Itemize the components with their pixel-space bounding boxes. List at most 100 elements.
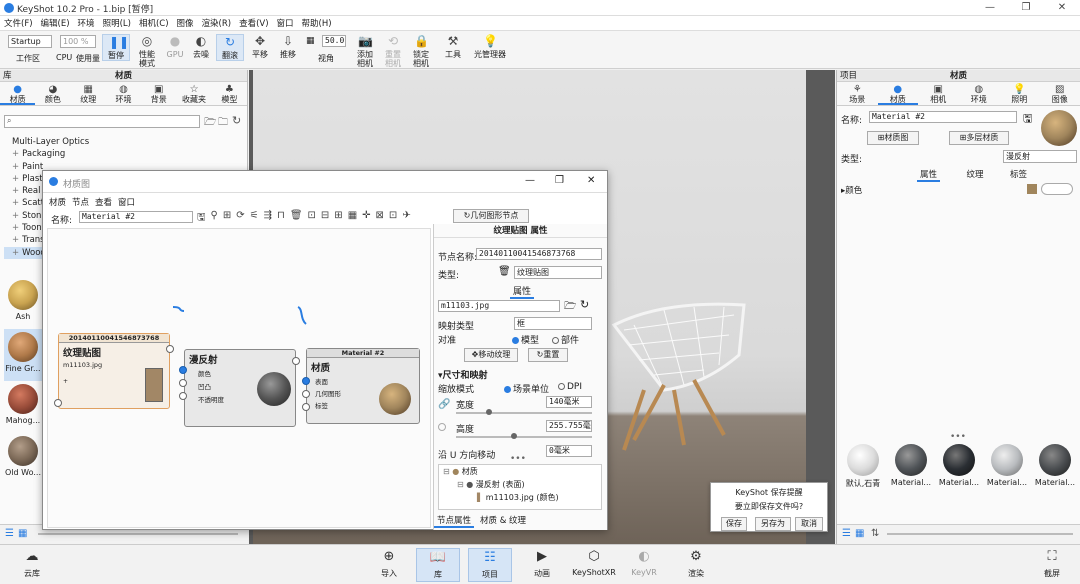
node-port[interactable] — [302, 390, 310, 398]
menu-file[interactable]: 文件(F) — [4, 17, 33, 29]
close-button[interactable]: ✕ — [1044, 0, 1080, 16]
refresh-icon[interactable]: ↻ — [232, 114, 241, 127]
screenshot-button[interactable]: ⛶ 截屏 — [1030, 548, 1074, 579]
frame-icon[interactable]: ⊠ — [376, 210, 384, 227]
menu-environment[interactable]: 环境 — [78, 17, 95, 29]
tumble-button[interactable]: ↻ 翻滚 — [216, 34, 244, 61]
tree-item[interactable]: ⊟ ● 漫反射 (表面) — [443, 478, 601, 491]
material-name-input[interactable]: Material #2 — [869, 111, 1017, 123]
node-port[interactable] — [54, 399, 62, 407]
list-view-icon[interactable]: ☰ — [5, 528, 14, 539]
delete-icon[interactable]: 🗑 — [498, 266, 511, 277]
tab-image[interactable]: ▨ 图像 — [1040, 82, 1080, 105]
subtab-textures[interactable]: 纹理 — [966, 168, 983, 182]
tab-environment[interactable]: ◍ 环境 — [959, 82, 1000, 105]
texture-map-node[interactable]: 20140110041546873768 纹理贴图 m11103.jpg + — [58, 333, 170, 409]
width-input[interactable]: 140毫米 — [546, 396, 592, 408]
denoise-button[interactable]: ◐ 去噪 — [186, 34, 216, 59]
material-swatch[interactable]: Mahog... — [4, 381, 42, 433]
project-material-item[interactable]: Material... — [889, 442, 933, 522]
thumbnail-size-slider[interactable] — [38, 533, 238, 535]
project-material-item[interactable]: Material... — [1033, 442, 1077, 522]
library-button[interactable]: 📖 库 — [416, 548, 460, 582]
graph-menu-window[interactable]: 窗口 — [118, 196, 135, 208]
animation-button[interactable]: ▶ 动画 — [520, 548, 564, 579]
node-port[interactable] — [292, 357, 300, 365]
resize-handle[interactable]: ••• — [950, 432, 966, 442]
folder-icon[interactable]: 🗁 — [564, 299, 576, 316]
graph-menu-view[interactable]: 查看 — [95, 196, 112, 208]
render-button[interactable]: ⚙ 渲染 — [674, 548, 718, 579]
tab-materials[interactable]: ● 材质 — [0, 82, 36, 105]
plane-icon[interactable]: ✈ — [402, 210, 410, 227]
properties-tab[interactable]: 属性 — [510, 284, 535, 299]
maximize-button[interactable]: ❐ — [555, 175, 564, 186]
preview-icon[interactable]: ⚲ — [211, 210, 218, 227]
minimize-button[interactable]: — — [972, 0, 1008, 16]
keyvr-button[interactable]: ◐ KeyVR — [622, 548, 666, 577]
tab-backgrounds[interactable]: ▣ 背景 — [141, 82, 176, 105]
close-button[interactable]: ✕ — [587, 175, 595, 186]
node-port[interactable] — [166, 345, 174, 353]
shift-u-input[interactable]: 0毫米 — [546, 445, 592, 457]
tab-colors[interactable]: ◕ 颜色 — [35, 82, 70, 105]
grid-icon[interactable]: ▦ — [348, 210, 357, 227]
grid-view-icon[interactable]: ▦ — [855, 528, 864, 539]
folder-add-icon[interactable]: 🗀 — [218, 115, 228, 132]
cloud-library-button[interactable]: ☁ 云库 — [10, 548, 54, 579]
import-button[interactable]: ⊕ 导入 — [367, 548, 411, 579]
color-swatch[interactable] — [1027, 184, 1037, 194]
light-manager-button[interactable]: 💡 光管理器 — [468, 34, 512, 59]
node-canvas[interactable]: 20140110041546873768 纹理贴图 m11103.jpg + 漫… — [47, 228, 431, 528]
tab-lighting[interactable]: 💡 照明 — [999, 82, 1040, 105]
node-name-input[interactable]: 20140110041546873768 — [476, 248, 602, 260]
tab-node-properties[interactable]: 节点属性 — [434, 514, 475, 528]
menu-view[interactable]: 查看(V) — [239, 17, 268, 29]
add-camera-button[interactable]: 📷 添加 相机 — [350, 34, 380, 68]
node-icon[interactable]: ⊞ — [223, 210, 231, 227]
tree-item[interactable]: Multi-Layer Optics — [4, 136, 244, 148]
diffuse-node[interactable]: 漫反射 颜色 凹凸 不透明度 — [184, 349, 296, 427]
save-material-icon[interactable]: 🖫 — [1023, 110, 1032, 129]
pan-button[interactable]: ✥ 平移 — [245, 34, 275, 59]
material-graph-button[interactable]: ⊞材质图 — [867, 131, 919, 145]
menu-lighting[interactable]: 照明(L) — [103, 17, 131, 29]
material-output-node[interactable]: Material #2 材质 表面 几何图形 标签 — [306, 348, 420, 424]
node-port[interactable] — [179, 366, 187, 374]
graph-menu-node[interactable]: 节点 — [72, 196, 89, 208]
performance-mode-button[interactable]: ◎ 性能 模式 — [132, 34, 162, 68]
rotate-icon[interactable]: ⟳ — [236, 210, 244, 227]
menu-help[interactable]: 帮助(H) — [302, 17, 332, 29]
subtab-labels[interactable]: 标签 — [1010, 168, 1027, 182]
tree-item[interactable]: + Packaging — [4, 148, 244, 160]
sort-icon[interactable]: ⇅ — [871, 528, 879, 539]
material-swatch[interactable]: Ash — [4, 277, 42, 329]
list-view-icon[interactable]: ☰ — [842, 528, 851, 539]
dolly-button[interactable]: ⇩ 推移 — [273, 34, 303, 59]
tree-item[interactable]: ▌ m11103.jpg (颜色) — [443, 491, 601, 504]
cpu-zoom-select[interactable]: 100 % — [60, 35, 96, 48]
align-model-radio[interactable]: 模型 — [512, 333, 539, 346]
scale-dpi-radio[interactable]: DPI — [558, 382, 582, 392]
tab-textures[interactable]: ▦ 纹理 — [71, 82, 106, 105]
tab-camera[interactable]: ▣ 相机 — [918, 82, 959, 105]
material-type-select[interactable]: 漫反射 — [1003, 150, 1077, 163]
menu-edit[interactable]: 编辑(E) — [41, 17, 70, 29]
menu-render[interactable]: 渲染(R) — [202, 17, 232, 29]
keyshotxr-button[interactable]: ⬡ KeyShotXR — [570, 548, 618, 577]
node-port[interactable] — [179, 379, 187, 387]
maximize-button[interactable]: ❐ — [1008, 0, 1044, 16]
workspace-select[interactable]: Startup — [8, 35, 52, 48]
mapping-type-select[interactable]: 框 — [514, 317, 592, 330]
tab-material[interactable]: ● 材质 — [877, 82, 918, 105]
tab-scene[interactable]: ⚘ 场景 — [837, 82, 878, 105]
cancel-button[interactable]: 取消 — [795, 517, 823, 531]
group-icon[interactable]: ⊡ — [308, 210, 316, 227]
refresh-icon[interactable]: ↻ — [580, 298, 589, 311]
project-material-item[interactable]: 默认,石青 — [841, 442, 885, 522]
thumbnail-size-slider[interactable] — [887, 533, 1073, 535]
tree-item[interactable]: ⊟ ● 材质 — [443, 465, 601, 478]
color-picker-field[interactable] — [1041, 183, 1073, 195]
scale-scene-radio[interactable]: 场景单位 — [504, 382, 549, 395]
crosshair-icon[interactable]: ✛ — [362, 210, 370, 227]
